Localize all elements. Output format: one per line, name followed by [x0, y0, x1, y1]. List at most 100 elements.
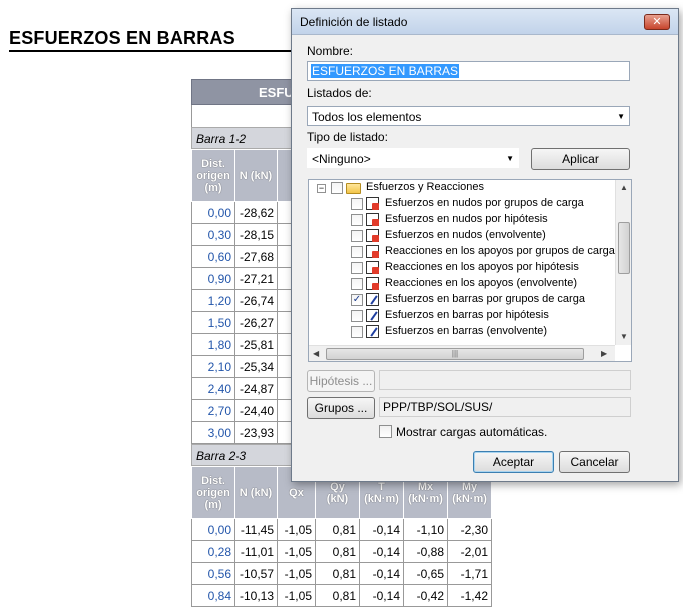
bar-forces-icon [366, 309, 379, 322]
tree-item-checkbox[interactable]: ✓ [351, 294, 363, 306]
grupos-button[interactable]: Grupos ... [307, 397, 375, 419]
table-cell: -2,30 [447, 518, 492, 541]
listados-select[interactable]: Todos los elementos ▼ [307, 106, 630, 126]
tipo-value: <Ninguno> [312, 152, 371, 166]
table-cell: 0,81 [315, 562, 360, 585]
table-cell: -1,42 [447, 584, 492, 607]
table-cell: 2,70 [191, 399, 235, 422]
tree-group-esfuerzos-reacciones[interactable]: − Esfuerzos y Reacciones [309, 180, 615, 196]
tree-item[interactable]: Esfuerzos en nudos (envolvente) [309, 228, 615, 244]
tree-item-label: Esfuerzos en barras (envolvente) [385, 325, 548, 337]
tree-item-label: Reacciones en los apoyos (envolvente) [385, 277, 578, 289]
tree-item[interactable]: Reacciones en los apoyos (envolvente) [309, 276, 615, 292]
tree-item-label: Esfuerzos en nudos (envolvente) [385, 229, 546, 241]
table-cell: -23,93 [234, 421, 278, 444]
tree-item-checkbox[interactable] [351, 310, 363, 322]
bar-forces-icon [366, 325, 379, 338]
nombre-value: ESFUERZOS EN BARRAS [311, 64, 460, 78]
table-cell: -0,14 [359, 518, 404, 541]
table-cell: -27,21 [234, 267, 278, 290]
listing-type-tree[interactable]: − Esfuerzos y Reacciones Esfuerzos en nu… [308, 179, 632, 362]
dialog-title: Definición de listado [292, 9, 678, 35]
table-cell: 3,00 [191, 421, 235, 444]
tree-item-label: Reacciones en los apoyos por hipótesis [385, 261, 579, 273]
table-cell: -1,71 [447, 562, 492, 585]
tree-item[interactable]: ✓ Esfuerzos en barras por grupos de carga [309, 292, 615, 308]
nombre-label: Nombre: [307, 44, 354, 58]
tree-item-checkbox[interactable] [351, 278, 363, 290]
node-forces-icon [366, 277, 379, 290]
table-cell: 0,81 [315, 540, 360, 563]
grupos-field: PPP/TBP/SOL/SUS/ [379, 397, 631, 417]
tree-item[interactable]: Esfuerzos en nudos por grupos de carga [309, 196, 615, 212]
table-cell: -24,40 [234, 399, 278, 422]
node-forces-icon [366, 229, 379, 242]
cancelar-button[interactable]: Cancelar [559, 451, 630, 473]
tree-item[interactable]: Reacciones en los apoyos por hipótesis [309, 260, 615, 276]
table-cell: -0,14 [359, 584, 404, 607]
tree-item[interactable]: Esfuerzos en barras (envolvente) [309, 324, 615, 340]
table-cell: 2,10 [191, 355, 235, 378]
tree-item-checkbox[interactable] [351, 246, 363, 258]
table-cell: -0,14 [359, 540, 404, 563]
table-cell: -10,57 [234, 562, 278, 585]
table-cell: -0,42 [403, 584, 448, 607]
grupos-value: PPP/TBP/SOL/SUS/ [383, 400, 493, 414]
node-forces-icon [366, 213, 379, 226]
scroll-up-icon[interactable]: ▲ [620, 183, 628, 192]
table-cell: 1,50 [191, 311, 235, 334]
scroll-thumb[interactable]: ||| [326, 348, 584, 360]
table-cell: -1,05 [277, 584, 316, 607]
scroll-left-icon[interactable]: ◀ [313, 349, 319, 358]
table-cell: 0,84 [191, 584, 235, 607]
column-header: N (kN) [234, 149, 278, 202]
tree-item-checkbox[interactable] [351, 214, 363, 226]
column-header: Dist. origen (m) [191, 149, 235, 202]
table-cell: -25,34 [234, 355, 278, 378]
collapse-icon[interactable]: − [317, 184, 326, 193]
table-cell: -11,01 [234, 540, 278, 563]
column-header: N (kN) [234, 466, 278, 519]
tree-item-checkbox[interactable] [351, 198, 363, 210]
listados-value: Todos los elementos [312, 110, 422, 124]
nombre-input[interactable]: ESFUERZOS EN BARRAS [307, 61, 630, 81]
tree-item[interactable]: Reacciones en los apoyos por grupos de c… [309, 244, 615, 260]
table-cell: 0,28 [191, 540, 235, 563]
report-title: ESFUERZOS EN BARRAS [9, 28, 235, 48]
close-button[interactable]: ✕ [644, 14, 670, 30]
mostrar-cargas-checkbox[interactable] [379, 425, 392, 438]
table-cell: 1,20 [191, 289, 235, 312]
aplicar-button[interactable]: Aplicar [531, 148, 630, 170]
tree-item-label: Reacciones en los apoyos por grupos de c… [385, 245, 615, 257]
group-checkbox[interactable] [331, 182, 343, 194]
table-cell: 0,00 [191, 201, 235, 224]
table-cell: -25,81 [234, 333, 278, 356]
table-cell: 0,30 [191, 223, 235, 246]
tree-item-checkbox[interactable] [351, 262, 363, 274]
hipotesis-field [379, 370, 631, 390]
table-cell: 0,81 [315, 584, 360, 607]
tree-item-label: Esfuerzos en nudos por grupos de carga [385, 197, 584, 209]
tree-item[interactable]: Esfuerzos en nudos por hipótesis [309, 212, 615, 228]
tree-item-checkbox[interactable] [351, 230, 363, 242]
tree-item-label: Esfuerzos en barras por grupos de carga [385, 293, 585, 305]
tree-vertical-scrollbar[interactable]: ▲ ▼ [615, 180, 631, 345]
scroll-down-icon[interactable]: ▼ [620, 332, 628, 341]
title-underline [9, 50, 299, 52]
tree-item-checkbox[interactable] [351, 326, 363, 338]
tree-horizontal-scrollbar[interactable]: ◀ ||| ▶ [309, 345, 615, 361]
column-header: Dist. origen (m) [191, 466, 235, 519]
folder-icon [346, 183, 361, 194]
tree-item[interactable]: Esfuerzos en barras por hipótesis [309, 308, 615, 324]
scroll-right-icon[interactable]: ▶ [601, 349, 607, 358]
tipo-select[interactable]: <Ninguno> ▼ [307, 148, 519, 168]
table-cell: -26,27 [234, 311, 278, 334]
hipotesis-button[interactable]: Hipótesis ... [307, 370, 375, 392]
table-cell: -0,65 [403, 562, 448, 585]
table-cell: 0,81 [315, 518, 360, 541]
table-cell: -1,10 [403, 518, 448, 541]
aceptar-button[interactable]: Aceptar [473, 451, 554, 473]
table-row: 0,84 -10,13 -1,05 0,81 -0,14 -0,42 -1,42 [191, 584, 492, 607]
section-table-barra-2-3: Dist. origen (m) N (kN) Qx Qy (kN) T (kN… [191, 466, 492, 607]
scroll-thumb[interactable] [618, 222, 630, 274]
